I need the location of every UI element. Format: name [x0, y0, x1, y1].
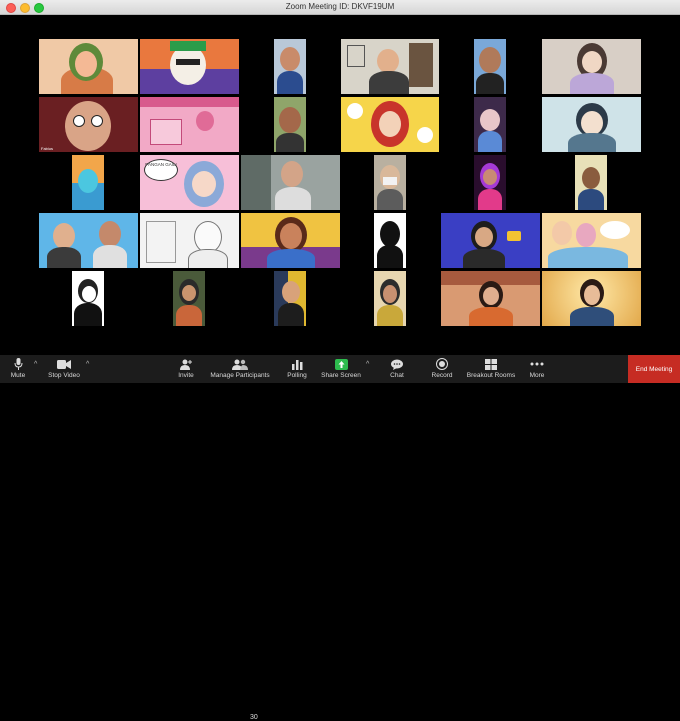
participant-tile[interactable] [140, 213, 239, 268]
participant-tile[interactable] [441, 271, 540, 326]
add-person-icon [180, 359, 192, 370]
poll-chart-icon [291, 359, 302, 370]
participant-tile[interactable] [341, 97, 439, 152]
participant-tile[interactable] [474, 97, 506, 152]
participants-icon [232, 359, 248, 370]
stop-video-button[interactable]: Stop Video [46, 355, 82, 383]
participant-tile[interactable] [474, 39, 506, 94]
share-screen-button[interactable]: Share Screen [320, 355, 362, 383]
breakout-rooms-icon [485, 358, 497, 370]
share-screen-icon [334, 358, 348, 370]
participant-tile[interactable] [441, 213, 540, 268]
participant-tile[interactable] [72, 271, 104, 326]
meeting-toolbar: Mute ^ Stop Video ^ Invite Manage Partic… [0, 355, 680, 721]
participant-tile[interactable] [542, 39, 641, 94]
participant-tile[interactable] [374, 271, 406, 326]
participants-count-badge: 30 [250, 714, 258, 721]
participant-tile[interactable] [241, 213, 340, 268]
participant-tile[interactable] [274, 271, 306, 326]
participant-tile[interactable] [241, 155, 340, 210]
participant-tile[interactable] [575, 155, 607, 210]
participant-tile[interactable] [341, 39, 439, 94]
participant-tile[interactable] [72, 155, 104, 210]
more-button[interactable]: More [524, 355, 550, 383]
participant-tile[interactable] [140, 39, 239, 94]
polling-button[interactable]: Polling [284, 355, 310, 383]
record-icon [436, 358, 448, 370]
window-title: Zoom Meeting ID: DKVF19UM [285, 2, 395, 11]
chat-button[interactable]: Chat [386, 355, 408, 383]
chat-bubble-icon [391, 359, 403, 370]
participant-tile[interactable]: PANGAN GAIL! [140, 155, 239, 210]
manage-participants-button[interactable]: Manage Participants [210, 355, 270, 383]
gallery-view: Fabius PANGAN GAIL! [0, 15, 680, 355]
participant-tile[interactable] [542, 271, 641, 326]
participant-tile[interactable]: Fabius [39, 97, 138, 152]
end-meeting-button[interactable]: End Meeting [628, 355, 680, 383]
breakout-rooms-button[interactable]: Breakout Rooms [466, 355, 516, 383]
mute-options-chevron-icon[interactable]: ^ [34, 361, 37, 368]
record-button[interactable]: Record [428, 355, 456, 383]
invite-button[interactable]: Invite [174, 355, 198, 383]
participant-tile[interactable] [274, 39, 306, 94]
video-options-chevron-icon[interactable]: ^ [86, 361, 89, 368]
window-titlebar: Zoom Meeting ID: DKVF19UM [0, 0, 680, 15]
mute-button[interactable]: Mute [6, 355, 30, 383]
participant-tile[interactable] [39, 213, 138, 268]
participant-tile[interactable] [140, 97, 239, 152]
participant-tile[interactable] [39, 39, 138, 94]
microphone-icon [14, 358, 22, 370]
participant-tile[interactable] [274, 97, 306, 152]
participant-tile[interactable] [542, 213, 641, 268]
participant-tile[interactable] [474, 155, 506, 210]
participant-tile[interactable] [173, 271, 205, 326]
speech-bubble: PANGAN GAIL! [144, 159, 178, 181]
participant-tile[interactable] [374, 155, 406, 210]
more-dots-icon [530, 362, 544, 366]
video-camera-icon [57, 359, 71, 369]
participant-tile[interactable] [542, 97, 641, 152]
participant-tile[interactable] [374, 213, 406, 268]
share-options-chevron-icon[interactable]: ^ [366, 361, 369, 368]
participant-caption: Fabius [41, 146, 54, 151]
